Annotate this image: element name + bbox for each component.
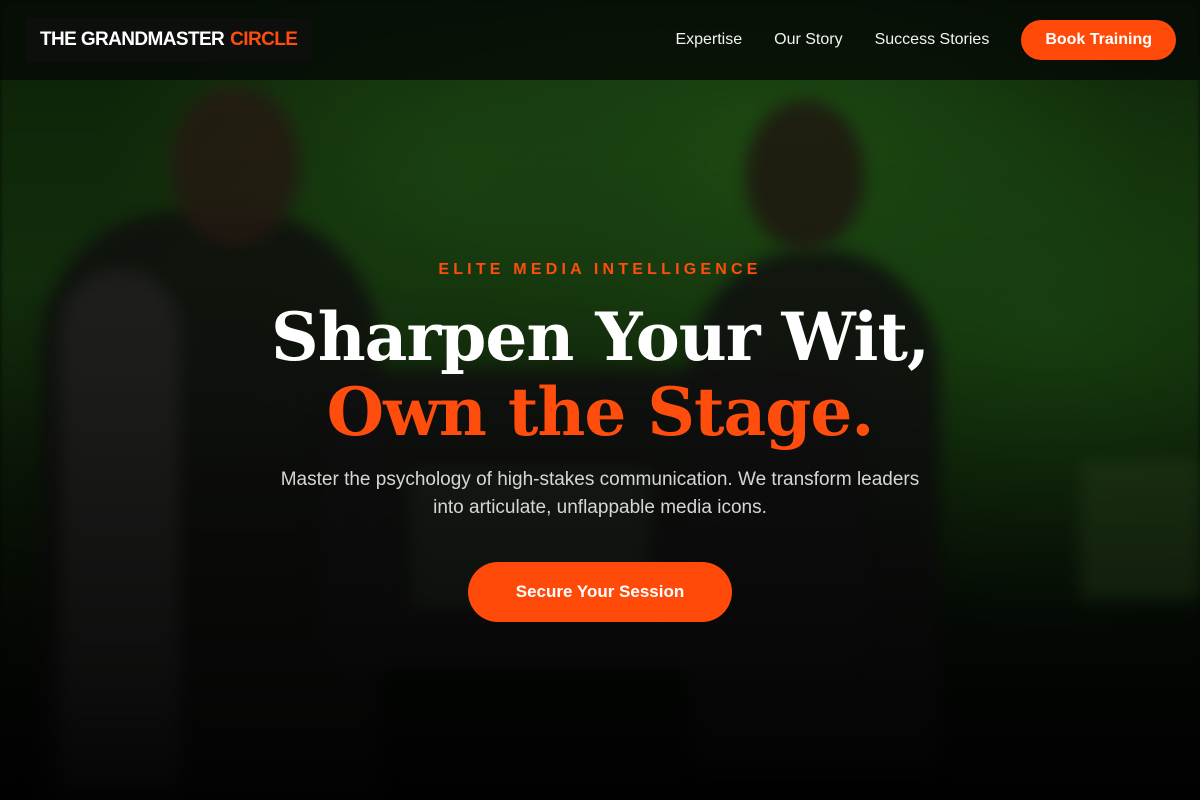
brand-logo[interactable]: THE GRANDMASTER CIRCLE: [26, 18, 312, 62]
secure-session-button[interactable]: Secure Your Session: [468, 562, 732, 622]
logo-accent-text: CIRCLE: [230, 29, 298, 50]
hero-eyebrow: ELITE MEDIA INTELLIGENCE: [438, 261, 762, 278]
nav-link-expertise[interactable]: Expertise: [675, 31, 742, 49]
logo-primary-text: THE GRANDMASTER: [40, 29, 225, 50]
hero-title-line2: Own the Stage.: [326, 373, 875, 451]
hero-title-line1: Sharpen Your Wit,: [271, 298, 930, 376]
hero-section: ELITE MEDIA INTELLIGENCE Sharpen Your Wi…: [0, 0, 1200, 800]
hero-subtitle: Master the psychology of high-stakes com…: [280, 469, 920, 518]
nav-link-our-story[interactable]: Our Story: [774, 31, 842, 49]
book-training-button[interactable]: Book Training: [1021, 20, 1176, 60]
main-nav: Expertise Our Story Success Stories Book…: [675, 20, 1176, 60]
nav-link-success-stories[interactable]: Success Stories: [875, 31, 990, 49]
site-header: THE GRANDMASTER CIRCLE Expertise Our Sto…: [0, 0, 1200, 80]
landing-page: THE GRANDMASTER CIRCLE Expertise Our Sto…: [0, 0, 1200, 800]
